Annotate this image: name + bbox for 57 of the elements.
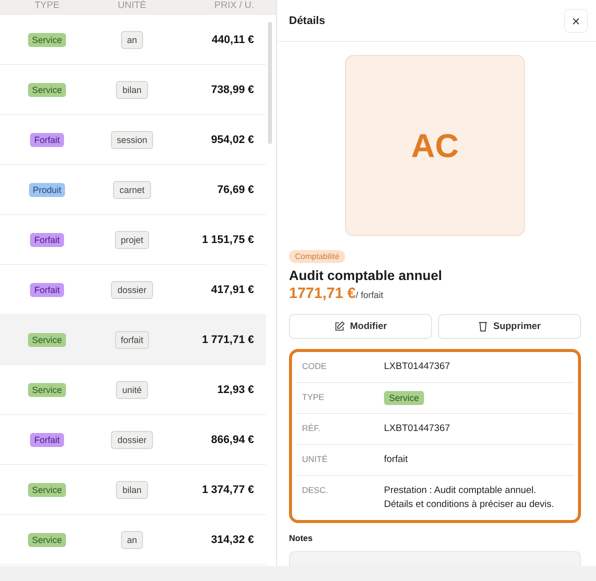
- close-button[interactable]: ×: [564, 8, 588, 32]
- price-text: 440,11 €: [212, 34, 254, 46]
- field-value: Prestation : Audit comptable annuel. Détails et conditions à préciser au devis.: [384, 484, 556, 512]
- panel-title: Détails: [289, 14, 326, 26]
- price-text: 866,94 €: [211, 434, 254, 446]
- notes-label: Notes: [289, 533, 314, 543]
- price-text: 1 374,77 €: [202, 484, 254, 496]
- price-text: 1 151,75 €: [202, 234, 254, 246]
- price-unit: / forfait: [356, 290, 384, 300]
- table-row[interactable]: Service forfait 1 771,71 €: [0, 315, 266, 365]
- unit-tag: unité: [116, 380, 148, 398]
- unit-tag: bilan: [116, 480, 148, 498]
- unit-tag: bilan: [116, 80, 148, 98]
- field-value: LXBT01447367: [384, 422, 452, 436]
- category-tag: Comptabilité: [289, 250, 346, 263]
- price-text: 738,99 €: [211, 84, 254, 96]
- type-tag: Forfait: [30, 282, 64, 296]
- unit-tag: session: [110, 130, 154, 148]
- type-tag: Forfait: [30, 432, 64, 446]
- type-tag: Service: [28, 82, 66, 96]
- initials-text: AC: [411, 126, 459, 164]
- type-tag: Service: [28, 482, 66, 496]
- field-label: UNITÉ: [302, 453, 328, 466]
- type-tag: Service: [28, 332, 66, 346]
- type-tag: Service: [28, 532, 66, 546]
- price-text: 417,91 €: [211, 284, 254, 296]
- product-price: 1771,71 €: [289, 285, 356, 302]
- edit-icon: [334, 321, 346, 332]
- product-name: Audit comptable annuel: [289, 268, 444, 283]
- unit-tag: forfait: [114, 330, 150, 348]
- price-text: 12,93 €: [217, 384, 254, 396]
- edit-button[interactable]: Modifier: [289, 314, 432, 339]
- field-value: forfait: [384, 453, 409, 467]
- unit-tag: an: [120, 530, 143, 548]
- type-tag: Service: [28, 32, 66, 46]
- unit-tag: an: [120, 30, 143, 48]
- price-text: 1 771,71 €: [202, 334, 254, 346]
- type-tag: Service: [384, 391, 424, 405]
- field-label: CODE: [302, 360, 328, 373]
- type-tag: Produit: [28, 182, 66, 196]
- field-value: LXBT01447367: [384, 360, 452, 374]
- type-tag: Forfait: [30, 232, 64, 246]
- field-label: TYPE: [302, 391, 326, 404]
- field-label: DESC.: [302, 484, 329, 497]
- unit-tag: dossier: [111, 280, 152, 298]
- delete-button[interactable]: Supprimer: [438, 314, 581, 339]
- unit-tag: dossier: [111, 430, 152, 448]
- type-tag: Forfait: [30, 132, 64, 146]
- scrollbar-thumb[interactable]: [268, 22, 272, 144]
- price-text: 76,69 €: [217, 184, 254, 196]
- price-text: 954,02 €: [211, 134, 254, 146]
- price-text: 314,32 €: [211, 534, 254, 546]
- unit-tag: carnet: [113, 180, 150, 198]
- trash-icon: [478, 321, 488, 332]
- unit-tag: projet: [114, 230, 150, 248]
- field-label: RÉF.: [302, 422, 322, 435]
- type-tag: Service: [28, 382, 66, 396]
